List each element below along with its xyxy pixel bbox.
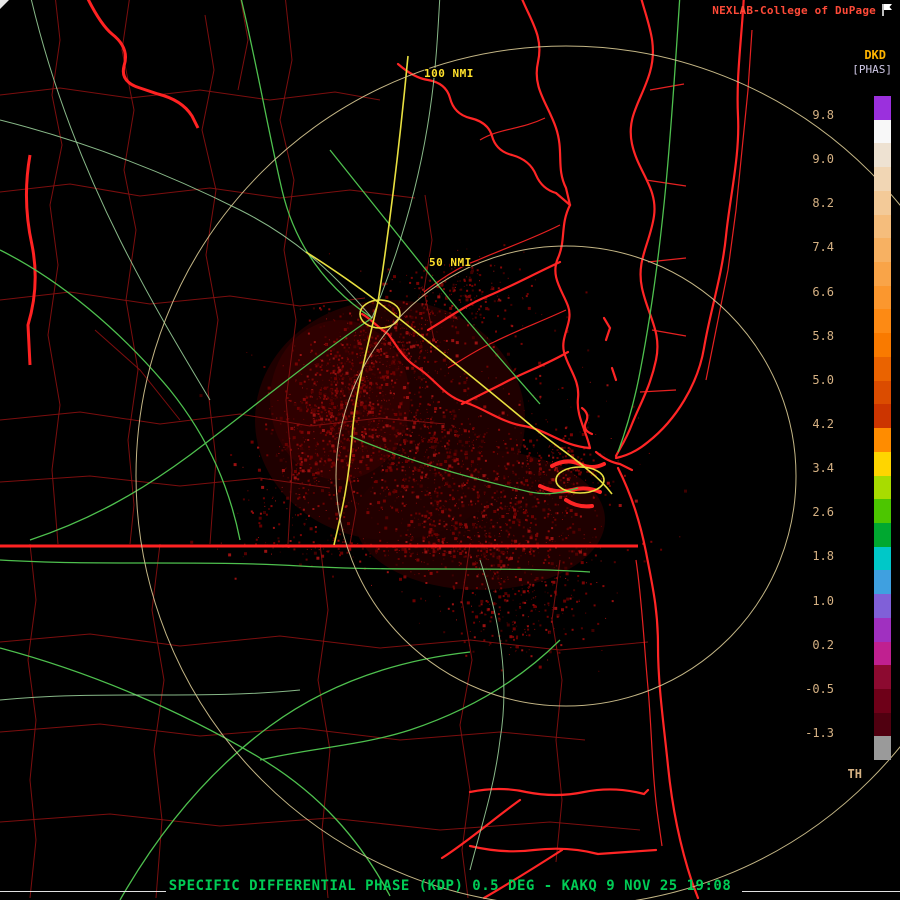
corner-mark-icon	[0, 0, 9, 9]
colorbar-segment	[874, 641, 891, 666]
range-ring-label-50nmi: 50 NMI	[429, 256, 472, 269]
colorbar-segment	[874, 451, 891, 476]
colorbar-segment	[874, 404, 891, 429]
colorbar-segment	[874, 96, 891, 120]
product-title: SPECIFIC DIFFERENTIAL PHASE (KDP) 0.5 DE…	[168, 878, 732, 894]
colorbar-segment	[874, 499, 891, 523]
colorbar-segment	[874, 285, 891, 310]
radar-display: 100 NMI 50 NMI NEXLAB-College of DuPage …	[0, 0, 900, 900]
colorbar-segment	[874, 522, 891, 547]
colorbar-units: [PHAS]	[852, 63, 892, 76]
colorbar-segment	[874, 238, 891, 263]
colorbar-segment	[874, 262, 891, 286]
colorbar-segment	[874, 119, 891, 144]
colorbar-segment	[874, 380, 891, 405]
colorbar-segment	[874, 143, 891, 168]
colorbar-segment	[874, 475, 891, 500]
colorbar-segment	[874, 309, 891, 334]
map-canvas	[0, 0, 900, 900]
colorbar-segment	[874, 736, 891, 761]
colorbar-segment	[874, 333, 891, 357]
colorbar-segment	[874, 712, 891, 737]
colorbar-segment	[874, 594, 891, 618]
colorbar-segment	[874, 617, 891, 642]
colorbar-product-code: DKD	[864, 48, 886, 62]
colorbar-segment	[874, 665, 891, 689]
flag-icon	[882, 4, 892, 16]
range-ring-label-100nmi: 100 NMI	[424, 67, 474, 80]
colorbar-segment	[874, 546, 891, 571]
colorbar-segment	[874, 356, 891, 381]
brand-text: NEXLAB-College of DuPage	[712, 4, 876, 17]
colorbar-segment	[874, 428, 891, 452]
colorbar-segment	[874, 570, 891, 595]
colorbar-segment	[874, 214, 891, 239]
colorbar-segment	[874, 688, 891, 713]
colorbar-segment	[874, 167, 891, 191]
colorbar	[874, 96, 891, 761]
colorbar-bottom-label: TH	[847, 767, 862, 781]
colorbar-segment	[874, 190, 891, 215]
